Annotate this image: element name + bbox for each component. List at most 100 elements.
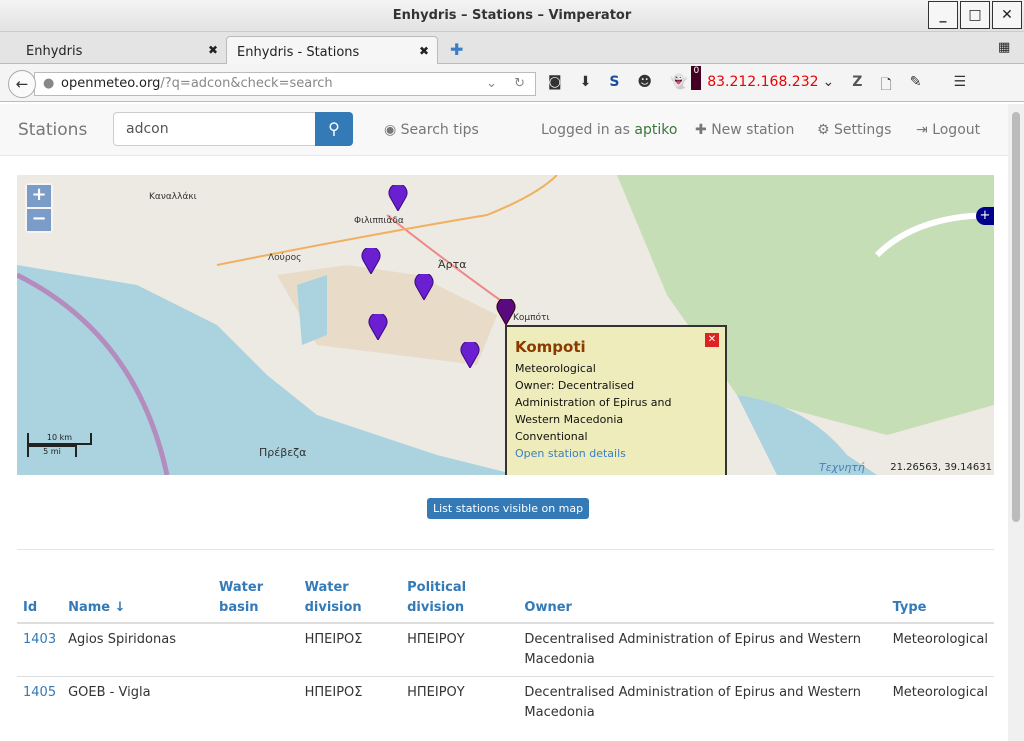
settings-label: Settings xyxy=(834,122,892,138)
new-station-label: New station xyxy=(711,122,795,138)
cell-type: Meteorological xyxy=(886,622,994,677)
minimize-button[interactable]: _ xyxy=(928,1,958,29)
cell-political-division: ΗΠΕΙΡΟΥ xyxy=(401,622,519,677)
eye-icon: ◉ xyxy=(384,122,397,138)
back-button[interactable]: ← xyxy=(8,70,36,98)
site-header: Stations adcon ⚲ ◉ Search tips Logged in… xyxy=(0,104,1008,156)
tab-enhydris[interactable]: Enhydris ✖ xyxy=(16,36,226,64)
pocket-icon[interactable]: ◙ xyxy=(548,74,562,98)
zotero-icon[interactable]: Z xyxy=(852,74,862,98)
ip-dropdown-icon[interactable]: ⌄ xyxy=(823,74,835,98)
logged-in-text: Logged in as aptiko xyxy=(541,122,677,138)
maximize-button[interactable]: □ xyxy=(960,1,990,29)
divider xyxy=(17,549,994,550)
place-label: Φιλιππιάδα xyxy=(354,216,404,226)
badge: 0 xyxy=(691,66,702,90)
open-station-details-link[interactable]: Open station details xyxy=(515,447,626,460)
table-row: 1405 GOEB - Vigla ΗΠΕΙΡΟΣ ΗΠΕΙΡΟΥ Decent… xyxy=(17,676,994,729)
menu-icon[interactable]: ☰ xyxy=(953,74,966,98)
popup-line: Meteorological xyxy=(515,362,596,375)
scale-km: 10 km xyxy=(27,433,92,445)
zoom-in-button[interactable]: + xyxy=(27,185,51,207)
url-host: openmeteo.org xyxy=(61,76,161,91)
col-id[interactable]: Id xyxy=(17,574,63,624)
search-tips-link[interactable]: ◉ Search tips xyxy=(384,122,479,138)
window-title: Enhydris – Stations – Vimperator xyxy=(392,8,632,23)
close-tab-icon[interactable]: ✖ xyxy=(419,44,429,58)
window-titlebar: Enhydris – Stations – Vimperator _ □ ✕ xyxy=(0,0,1024,32)
cell-name: GOEB - Vigla xyxy=(62,676,214,729)
brand[interactable]: Stations xyxy=(18,120,87,140)
cell-political-division: ΗΠΕΙΡΟΥ xyxy=(401,676,519,729)
popup-title: Kompoti xyxy=(515,338,586,356)
username[interactable]: aptiko xyxy=(634,122,677,138)
list-stations-button[interactable]: List stations visible on map xyxy=(427,498,590,519)
tab-groups-icon[interactable]: ▦ xyxy=(988,36,1020,64)
place-label: Πρέβεζα xyxy=(259,446,307,459)
station-marker[interactable] xyxy=(368,312,388,342)
place-label: Τεχνητή xyxy=(819,461,865,474)
logged-in-label: Logged in as xyxy=(541,122,630,138)
col-name[interactable]: Name ↓ xyxy=(62,574,214,624)
url-path: /?q=adcon&check=search xyxy=(160,76,333,91)
logout-link[interactable]: ⇥ Logout xyxy=(916,122,980,138)
station-marker[interactable] xyxy=(414,272,434,302)
search-input[interactable]: adcon xyxy=(113,112,316,146)
close-popup-icon[interactable]: ✕ xyxy=(705,333,719,347)
scale-mi: 5 mi xyxy=(27,445,77,457)
mouse-position: 21.26563, 39.14631 xyxy=(890,462,992,473)
table-row: 1403 Agios Spiridonas ΗΠΕΙΡΟΣ ΗΠΕΙΡΟΥ De… xyxy=(17,622,994,677)
station-marker[interactable] xyxy=(460,340,480,370)
col-owner[interactable]: Owner xyxy=(518,574,887,624)
new-tab-button[interactable]: ✚ xyxy=(440,36,473,64)
popup-line: Western Macedonia xyxy=(515,413,624,426)
popup-line: Owner: Decentralised xyxy=(515,379,635,392)
col-political-division[interactable]: Political division xyxy=(401,574,519,624)
col-water-basin[interactable]: Water basin xyxy=(213,574,299,624)
close-tab-icon[interactable]: ✖ xyxy=(208,43,218,57)
plus-icon: ✚ xyxy=(695,122,707,138)
ghostery-icon[interactable]: 👻 xyxy=(670,74,687,98)
popup-line: Administration of Epirus and xyxy=(515,396,672,409)
note-icon[interactable]: ✎ xyxy=(910,74,922,98)
station-id-link[interactable]: 1403 xyxy=(23,632,56,647)
station-marker[interactable] xyxy=(388,183,408,213)
new-station-link[interactable]: ✚ New station xyxy=(695,122,794,138)
station-marker[interactable] xyxy=(361,246,381,276)
s-extension-icon[interactable]: S xyxy=(609,74,619,98)
cell-type: Meteorological xyxy=(886,676,994,729)
gear-icon: ⚙ xyxy=(817,122,830,138)
stations-table: Id Name ↓ Water basin Water division Pol… xyxy=(17,574,994,729)
scrollbar-thumb[interactable] xyxy=(1012,112,1020,522)
ip-address[interactable]: 83.212.168.232 xyxy=(707,74,818,98)
station-marker-selected[interactable] xyxy=(496,297,516,327)
place-label: Καναλλάκι xyxy=(149,192,197,202)
cell-name: Agios Spiridonas xyxy=(62,622,214,677)
station-popup: ✕ Kompoti Meteorological Owner: Decentra… xyxy=(505,325,727,475)
cell-owner: Decentralised Administration of Epirus a… xyxy=(518,622,887,677)
scrollbar[interactable] xyxy=(1008,104,1024,741)
popup-line: Conventional xyxy=(515,430,588,443)
reload-icon[interactable]: ↻ xyxy=(514,73,525,95)
cell-water-basin xyxy=(213,622,299,677)
col-type[interactable]: Type xyxy=(886,574,994,624)
close-button[interactable]: ✕ xyxy=(992,1,1022,29)
page-icon[interactable]: 🗋 xyxy=(880,74,891,98)
col-water-division[interactable]: Water division xyxy=(298,574,402,624)
layer-switcher-button[interactable]: + xyxy=(976,207,994,225)
download-icon[interactable]: ⬇ xyxy=(580,74,592,98)
tab-enhydris-stations[interactable]: Enhydris - Stations ✖ xyxy=(226,36,438,64)
settings-link[interactable]: ⚙ Settings xyxy=(817,122,891,138)
search-icon: ⚲ xyxy=(328,119,340,138)
place-label: Κομπότι xyxy=(513,313,550,323)
station-map[interactable]: + − + Καναλλάκι Φιλιππιάδα Λούρος Άρτα Κο… xyxy=(17,175,994,475)
zoom-out-button[interactable]: − xyxy=(27,209,51,231)
globe-icon: ● xyxy=(43,76,55,91)
dropdown-icon[interactable]: ⌄ xyxy=(486,73,497,95)
search-button[interactable]: ⚲ xyxy=(315,112,353,146)
station-id-link[interactable]: 1405 xyxy=(23,685,56,700)
url-bar[interactable]: ● openmeteo.org/?q=adcon&check=search ⌄ ↻ xyxy=(34,72,536,96)
cell-water-division: ΗΠΕΙΡΟΣ xyxy=(298,622,402,677)
smiley-icon[interactable]: ☻ xyxy=(637,74,652,98)
page-content: Stations adcon ⚲ ◉ Search tips Logged in… xyxy=(0,104,1008,741)
